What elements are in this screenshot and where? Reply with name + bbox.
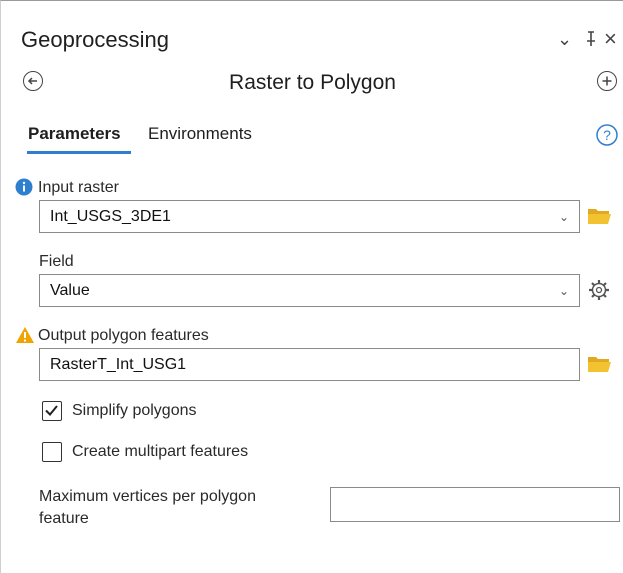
simplify-polygons-checkbox[interactable] — [42, 401, 62, 421]
gear-icon[interactable] — [588, 279, 610, 306]
checkmark-icon — [45, 405, 58, 416]
plus-icon — [597, 71, 617, 91]
field-value: Value — [50, 282, 90, 299]
warning-icon[interactable] — [15, 326, 35, 349]
input-raster-value: Int_USGS_3DE1 — [50, 208, 171, 225]
input-raster-label: Input raster — [38, 179, 119, 196]
add-button[interactable] — [597, 71, 617, 91]
input-raster-dropdown[interactable]: Int_USGS_3DE1 ⌄ — [39, 200, 580, 233]
output-polygon-input[interactable]: RasterT_Int_USG1 — [39, 348, 580, 381]
browse-folder-icon[interactable] — [587, 354, 612, 379]
max-vertices-label: Maximum vertices per polygon feature — [39, 486, 256, 530]
create-multipart-checkbox[interactable] — [42, 442, 62, 462]
create-multipart-label[interactable]: Create multipart features — [72, 443, 248, 461]
chevron-down-icon: ⌄ — [558, 210, 569, 224]
active-tab-indicator — [27, 151, 131, 154]
pane-title: Geoprocessing — [21, 27, 169, 52]
output-polygon-label: Output polygon features — [38, 327, 209, 344]
tab-environments[interactable]: Environments — [148, 124, 252, 144]
close-icon[interactable]: × — [604, 26, 617, 52]
tool-name: Raster to Polygon — [229, 71, 396, 94]
tab-parameters[interactable]: Parameters — [28, 124, 121, 144]
field-label: Field — [39, 253, 74, 270]
browse-folder-icon[interactable] — [587, 206, 612, 231]
svg-text:?: ? — [603, 127, 611, 143]
help-icon[interactable]: ? — [596, 124, 618, 151]
max-vertices-label-line2: feature — [39, 510, 89, 527]
max-vertices-label-line1: Maximum vertices per polygon — [39, 488, 256, 505]
max-vertices-input[interactable] — [330, 487, 620, 522]
output-polygon-value: RasterT_Int_USG1 — [50, 356, 187, 373]
simplify-polygons-label[interactable]: Simplify polygons — [72, 402, 197, 420]
pin-icon[interactable] — [584, 30, 598, 53]
field-dropdown[interactable]: Value ⌄ — [39, 274, 580, 307]
chevron-down-icon: ⌄ — [558, 284, 569, 298]
options-chevron-icon[interactable]: ⌄ — [557, 29, 572, 50]
geoprocessing-pane: Geoprocessing ⌄ × Raster to Polygon Para… — [0, 0, 623, 573]
info-icon[interactable] — [15, 178, 33, 201]
